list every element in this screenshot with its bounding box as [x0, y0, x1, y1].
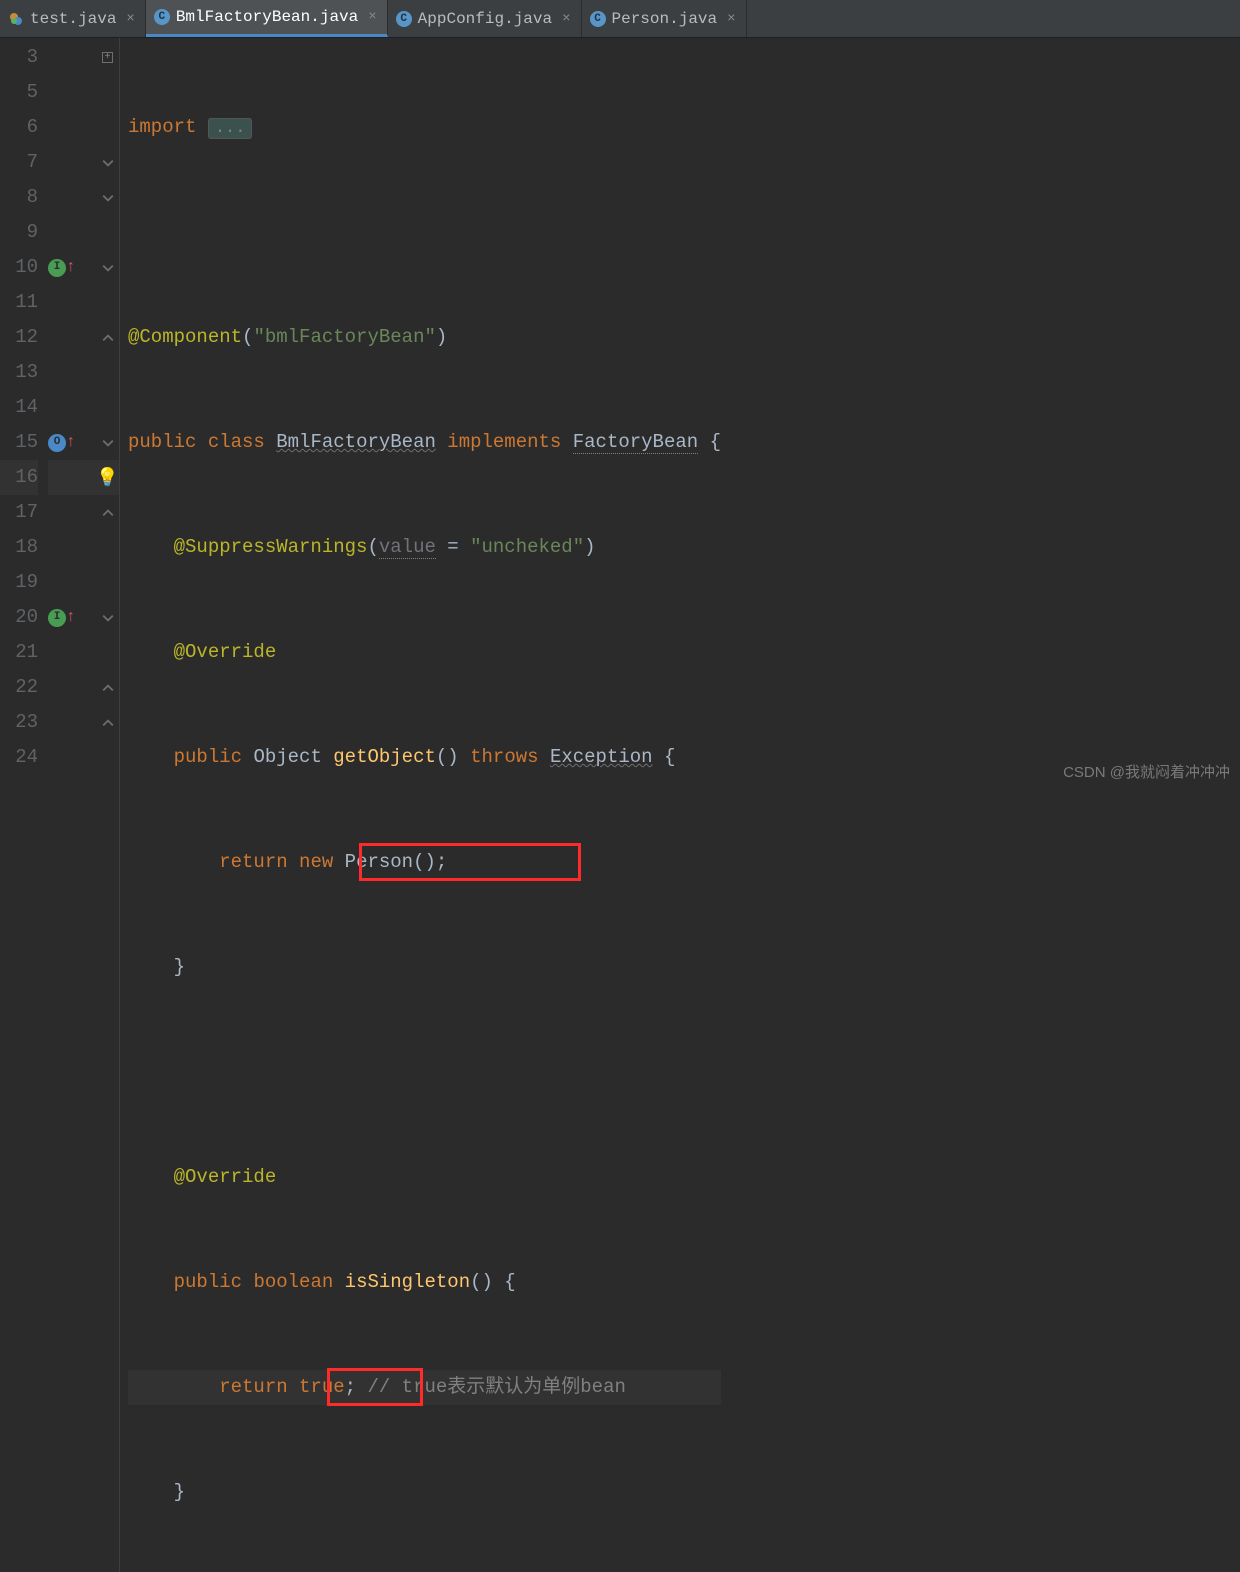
up-arrow-icon: ↑: [66, 425, 76, 460]
code-line: @SuppressWarnings(value = "uncheked"): [128, 530, 721, 565]
line-number: 3: [0, 40, 38, 75]
fold-gutter: + 💡: [96, 38, 120, 1572]
line-number: 24: [0, 740, 38, 775]
line-number: 22: [0, 670, 38, 705]
code-line: return new Person();: [128, 845, 721, 880]
tab-test[interactable]: test.java ×: [0, 0, 146, 37]
line-number: 10: [0, 250, 38, 285]
close-icon[interactable]: ×: [126, 11, 134, 27]
line-number: 11: [0, 285, 38, 320]
code-line: return true; // true表示默认为单例bean: [128, 1370, 721, 1405]
line-number: 21: [0, 635, 38, 670]
code-line: public Object getObject() throws Excepti…: [128, 740, 721, 775]
code-area[interactable]: import ... @Component("bmlFactoryBean") …: [120, 38, 721, 1572]
line-number: 15: [0, 425, 38, 460]
close-icon[interactable]: ×: [368, 9, 376, 25]
close-icon[interactable]: ×: [562, 11, 570, 27]
line-number-gutter: 3 5 6 7 8 9 10 11 12 13 14 15 16 17 18 1…: [0, 38, 48, 1572]
line-number: 18: [0, 530, 38, 565]
up-arrow-icon: ↑: [66, 250, 76, 285]
class-file-icon: C: [590, 11, 606, 27]
tab-label: test.java: [30, 10, 116, 28]
code-line: import ...: [128, 110, 721, 145]
line-number: 14: [0, 390, 38, 425]
java-file-icon: [8, 11, 24, 27]
fold-placeholder[interactable]: ...: [208, 118, 253, 139]
watermark: CSDN @我就闷着冲冲冲: [1063, 761, 1230, 782]
code-line: }: [128, 1475, 721, 1510]
fold-end-icon[interactable]: [102, 717, 114, 729]
editor-tabs: test.java × C BmlFactoryBean.java × C Ap…: [0, 0, 1240, 38]
line-number: 7: [0, 145, 38, 180]
close-icon[interactable]: ×: [727, 11, 735, 27]
line-number: 23: [0, 705, 38, 740]
gutter-markers: I↑ O↑ I↑: [48, 38, 96, 1572]
implements-marker[interactable]: I↑: [48, 600, 76, 635]
line-number: 12: [0, 320, 38, 355]
fold-collapse-icon[interactable]: [102, 157, 114, 169]
fold-collapse-icon[interactable]: [102, 437, 114, 449]
fold-expand-icon[interactable]: +: [102, 52, 113, 63]
override-marker[interactable]: O↑: [48, 425, 76, 460]
tab-appconfig[interactable]: C AppConfig.java ×: [388, 0, 582, 37]
tab-label: AppConfig.java: [418, 10, 552, 28]
intention-bulb-icon[interactable]: 💡: [96, 467, 118, 489]
class-file-icon: C: [154, 9, 170, 25]
fold-collapse-icon[interactable]: [102, 262, 114, 274]
code-line: [128, 215, 721, 250]
fold-end-icon[interactable]: [102, 682, 114, 694]
line-number: 20: [0, 600, 38, 635]
code-line: public boolean isSingleton() {: [128, 1265, 721, 1300]
line-number: 17: [0, 495, 38, 530]
code-line: [128, 1055, 721, 1090]
line-number: 19: [0, 565, 38, 600]
fold-end-icon[interactable]: [102, 507, 114, 519]
tab-label: Person.java: [612, 10, 718, 28]
code-line: public class BmlFactoryBean implements F…: [128, 425, 721, 460]
code-line: @Override: [128, 635, 721, 670]
class-file-icon: C: [396, 11, 412, 27]
implements-marker[interactable]: I↑: [48, 250, 76, 285]
line-number: 6: [0, 110, 38, 145]
code-editor[interactable]: 3 5 6 7 8 9 10 11 12 13 14 15 16 17 18 1…: [0, 38, 1240, 1572]
tab-label: BmlFactoryBean.java: [176, 8, 358, 26]
code-line: @Override: [128, 1160, 721, 1195]
line-number: 16: [0, 460, 38, 495]
line-number: 13: [0, 355, 38, 390]
fold-end-icon[interactable]: [102, 332, 114, 344]
line-number: 5: [0, 75, 38, 110]
code-line: @Component("bmlFactoryBean"): [128, 320, 721, 355]
line-number: 8: [0, 180, 38, 215]
code-line: }: [128, 950, 721, 985]
fold-collapse-icon[interactable]: [102, 612, 114, 624]
fold-collapse-icon[interactable]: [102, 192, 114, 204]
tab-person[interactable]: C Person.java ×: [582, 0, 747, 37]
tab-bmlfactorybean[interactable]: C BmlFactoryBean.java ×: [146, 0, 388, 37]
line-number: 9: [0, 215, 38, 250]
up-arrow-icon: ↑: [66, 600, 76, 635]
